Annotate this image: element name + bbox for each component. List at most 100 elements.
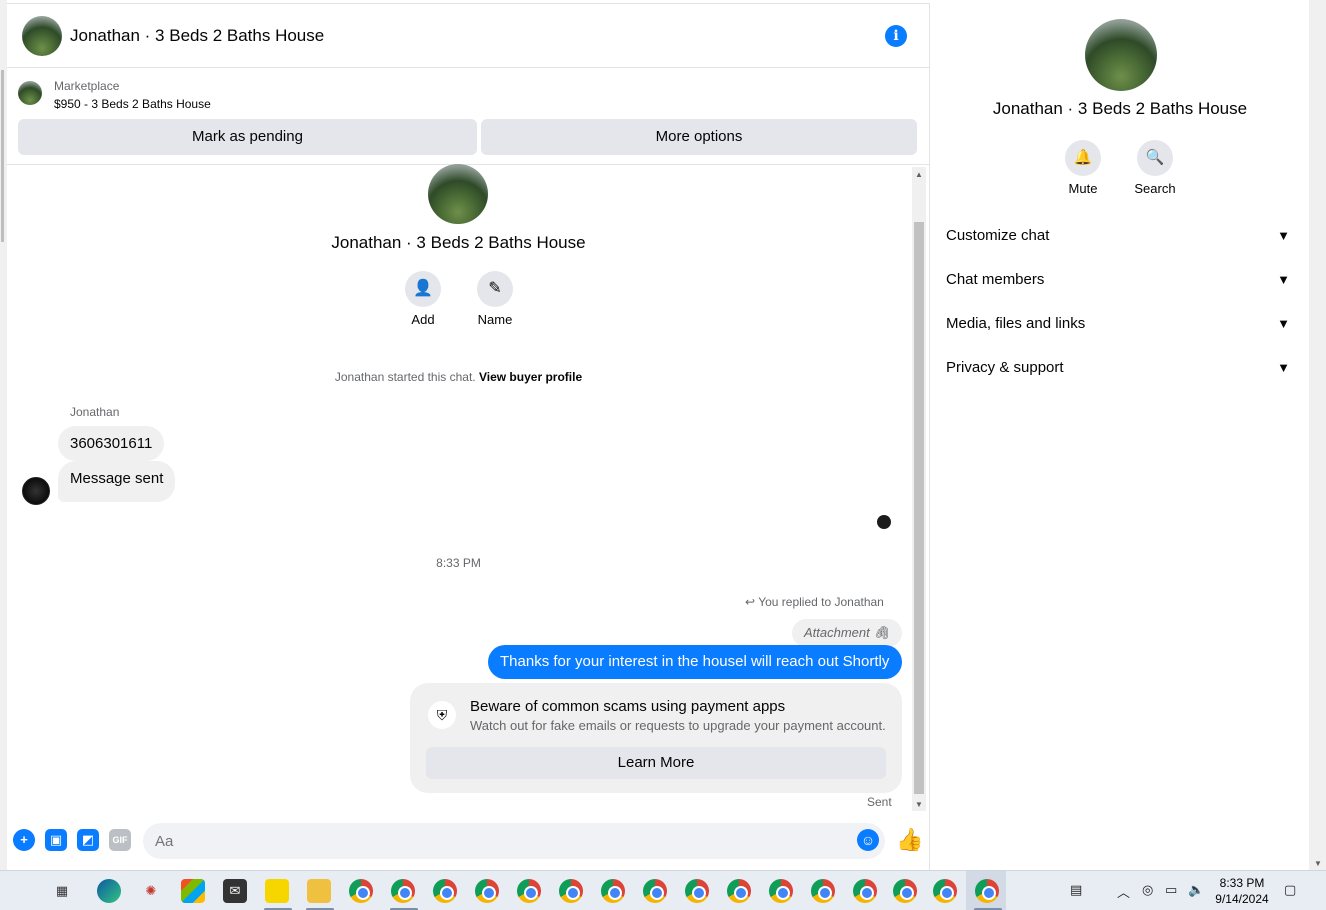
scroll-down-icon[interactable]: ▼ — [1314, 859, 1322, 868]
attachment-pill[interactable]: Attachment 🖇 — [792, 619, 902, 647]
seen-indicator-avatar — [877, 515, 891, 529]
chat-scroll-thumb[interactable] — [914, 222, 924, 794]
chevron-down-icon: ▼ — [1277, 272, 1290, 287]
notifications-icon[interactable]: ▢ — [1284, 882, 1296, 898]
chrome-icon[interactable] — [727, 879, 751, 903]
chrome-icon[interactable] — [391, 879, 415, 903]
section-media-files-links[interactable]: Media, files and links ▼ — [946, 302, 1294, 346]
news-icon[interactable]: ▤ — [1070, 882, 1082, 898]
chrome-icon[interactable] — [685, 879, 709, 903]
chat-avatar[interactable] — [22, 16, 62, 56]
meet-now-icon[interactable]: ◎ — [1142, 882, 1153, 898]
mute-button[interactable]: 🔔 — [1065, 140, 1101, 176]
chrome-icon[interactable] — [643, 879, 667, 903]
add-person-button[interactable]: 👤 — [405, 271, 441, 307]
chevron-down-icon: ▼ — [1277, 228, 1290, 243]
chat-window: Jonathan · 3 Beds 2 Baths House i Market… — [7, 3, 929, 870]
intro-title: Jonathan · 3 Beds 2 Baths House — [331, 233, 586, 252]
intro-avatar — [428, 164, 488, 224]
shield-icon: ⛨ — [428, 701, 456, 729]
sticky-notes-icon[interactable] — [265, 879, 289, 903]
left-scroll-thumb[interactable] — [1, 70, 4, 242]
chrome-icon[interactable] — [769, 879, 793, 903]
search-button[interactable]: 🔍 — [1137, 140, 1173, 176]
chrome-icon[interactable] — [811, 879, 835, 903]
system-clock[interactable]: 8:33 PM 9/14/2024 — [1210, 875, 1274, 907]
pencil-icon: ✎ — [488, 280, 502, 297]
task-view-icon[interactable]: ▦ — [50, 879, 74, 903]
chrome-icon[interactable] — [475, 879, 499, 903]
section-chat-members[interactable]: Chat members ▼ — [946, 258, 1294, 302]
scroll-down-icon[interactable]: ▼ — [915, 800, 923, 809]
windows-taskbar: ▦ ✺ ✉ ▤ ︿ ◎ ▭ 🔈 8:33 PM 9/14/2024 ▢ — [0, 870, 1326, 910]
chat-title[interactable]: Jonathan · 3 Beds 2 Baths House — [70, 26, 324, 46]
more-options-button[interactable]: More options — [481, 119, 917, 155]
message-input[interactable] — [143, 823, 885, 859]
chat-header: Jonathan · 3 Beds 2 Baths House i — [7, 4, 929, 68]
incoming-message[interactable]: 3606301611 — [58, 426, 165, 461]
chrome-icon[interactable] — [933, 879, 957, 903]
chevron-up-icon[interactable]: ︿ — [1117, 882, 1130, 901]
message-composer: + ▣ ◩ GIF ☺ 👍 — [7, 819, 929, 863]
reply-arrow-icon: ↩ — [745, 595, 756, 609]
chrome-icon[interactable] — [853, 879, 877, 903]
chat-scrollbar[interactable]: ▲ ▼ — [912, 167, 926, 811]
gif-icon[interactable]: GIF — [109, 829, 131, 851]
section-customize-chat[interactable]: Customize chat ▼ — [946, 214, 1294, 258]
listing-price-title[interactable]: $950 - 3 Beds 2 Baths House — [54, 97, 211, 111]
listing-thumbnail[interactable] — [18, 81, 42, 105]
file-explorer-icon[interactable] — [307, 879, 331, 903]
chat-info-panel: Jonathan · 3 Beds 2 Baths House 🔔 Mute 🔍… — [929, 3, 1309, 870]
emoji-icon[interactable]: ☺ — [857, 829, 879, 851]
paperclip-icon: 🖇 — [873, 625, 890, 640]
sticker-icon[interactable]: ◩ — [77, 829, 99, 851]
volume-icon[interactable]: 🔈 — [1188, 882, 1204, 898]
section-privacy-support[interactable]: Privacy & support ▼ — [946, 346, 1294, 390]
chrome-icon[interactable] — [349, 879, 373, 903]
thumbs-up-icon[interactable]: 👍 — [896, 827, 923, 853]
paint-icon[interactable]: ✺ — [139, 879, 163, 903]
mute-label: Mute — [1068, 181, 1098, 196]
scam-warning-subtitle: Watch out for fake emails or requests to… — [470, 718, 886, 733]
name-label: Name — [477, 312, 513, 327]
mark-as-pending-button[interactable]: Mark as pending — [18, 119, 477, 155]
left-edge-scrollbar[interactable] — [0, 0, 7, 870]
add-label: Add — [411, 312, 435, 327]
reply-notice-text: You replied to Jonathan — [758, 595, 884, 609]
chrome-icon[interactable] — [975, 879, 999, 903]
message-timestamp: 8:33 PM — [436, 556, 481, 570]
sender-name: Jonathan — [70, 405, 120, 419]
chrome-icon[interactable] — [559, 879, 583, 903]
chrome-icon[interactable] — [517, 879, 541, 903]
sender-avatar[interactable] — [22, 477, 50, 505]
chrome-icon[interactable] — [893, 879, 917, 903]
chrome-icon[interactable] — [433, 879, 457, 903]
section-label: Privacy & support — [946, 359, 1064, 376]
edit-name-button[interactable]: ✎ — [477, 271, 513, 307]
page-scrollbar[interactable]: ▼ — [1309, 0, 1326, 870]
chat-started-notice: Jonathan started this chat. View buyer p… — [7, 370, 910, 384]
listing-source-label: Marketplace — [54, 79, 120, 93]
chrome-icon[interactable] — [601, 879, 625, 903]
info-icon[interactable]: i — [885, 25, 907, 47]
outgoing-message[interactable]: Thanks for your interest in the housel w… — [488, 645, 902, 679]
search-label: Search — [1134, 181, 1176, 196]
section-label: Chat members — [946, 271, 1045, 288]
search-icon: 🔍 — [1145, 149, 1165, 166]
attachment-label: Attachment — [804, 625, 870, 640]
section-label: Media, files and links — [946, 315, 1086, 332]
incoming-message[interactable]: Message sent — [58, 461, 176, 502]
sent-status: Sent — [867, 795, 892, 809]
scroll-up-icon[interactable]: ▲ — [915, 170, 923, 179]
chevron-down-icon: ▼ — [1277, 360, 1290, 375]
mail-icon[interactable]: ✉ — [223, 879, 247, 903]
view-buyer-profile-link[interactable]: View buyer profile — [479, 370, 582, 384]
store-icon[interactable] — [181, 879, 205, 903]
plus-icon[interactable]: + — [13, 829, 35, 851]
network-icon[interactable]: ▭ — [1165, 882, 1177, 898]
learn-more-button[interactable]: Learn More — [426, 747, 886, 779]
image-icon[interactable]: ▣ — [45, 829, 67, 851]
started-text: Jonathan started this chat. — [334, 370, 476, 384]
edge-icon[interactable] — [97, 879, 121, 903]
panel-avatar[interactable] — [1085, 19, 1157, 91]
